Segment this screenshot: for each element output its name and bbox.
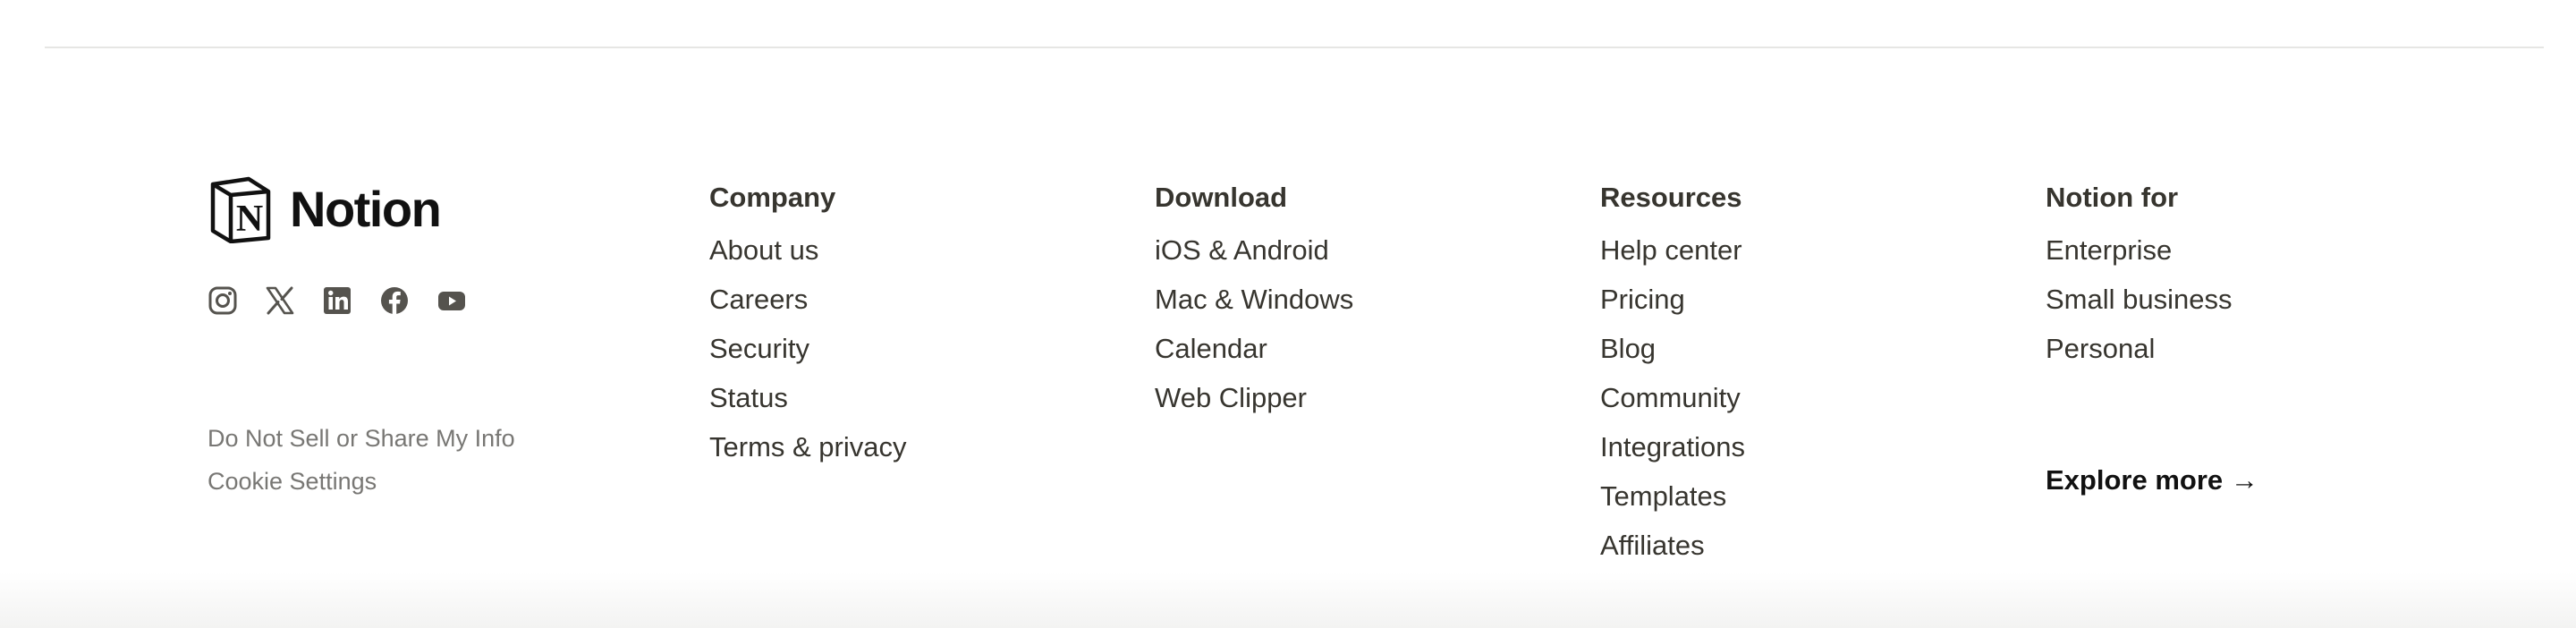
footer-link-about-us[interactable]: About us [709,225,906,275]
notion-logo-icon: N [210,176,271,243]
footer-link-community[interactable]: Community [1600,373,1745,422]
footer-column-resources: Resources Help center Pricing Blog Commu… [1600,177,1745,570]
facebook-icon[interactable] [379,285,410,316]
column-heading: Company [709,182,836,213]
footer-link-careers[interactable]: Careers [709,275,906,324]
footer-link-blog[interactable]: Blog [1600,324,1745,373]
footer-link-terms-privacy[interactable]: Terms & privacy [709,422,906,471]
footer-link-pricing[interactable]: Pricing [1600,275,1745,324]
footer-link-personal[interactable]: Personal [2046,324,2232,373]
footer-column-download: Download iOS & Android Mac & Windows Cal… [1155,177,1353,422]
instagram-icon[interactable] [208,285,238,316]
column-heading: Notion for [2046,182,2179,213]
footer-link-integrations[interactable]: Integrations [1600,422,1745,471]
footer-link-security[interactable]: Security [709,324,906,373]
footer-link-ios-android[interactable]: iOS & Android [1155,225,1353,275]
cookie-settings-link[interactable]: Cookie Settings [208,460,637,503]
legal-links: Do Not Sell or Share My Info Cookie Sett… [208,417,637,503]
footer-link-enterprise[interactable]: Enterprise [2046,225,2232,275]
linkedin-icon[interactable] [322,285,352,316]
column-heading: Resources [1600,182,1742,213]
footer-link-small-business[interactable]: Small business [2046,275,2232,324]
footer-link-web-clipper[interactable]: Web Clipper [1155,373,1353,422]
social-links [208,284,637,317]
x-twitter-icon[interactable] [265,285,295,316]
notion-logo[interactable]: N Notion [208,175,637,243]
explore-more-link[interactable]: Explore more → [2046,460,2258,501]
footer-link-help-center[interactable]: Help center [1600,225,1745,275]
footer-brand: N Notion Do Not Sell or Share My Info Co… [208,175,637,503]
footer-link-status[interactable]: Status [709,373,906,422]
footer-top-divider [45,47,2544,48]
footer-bottom-shade [0,573,2576,628]
do-not-sell-link[interactable]: Do Not Sell or Share My Info [208,417,637,460]
column-heading: Download [1155,182,1288,213]
footer-link-calendar[interactable]: Calendar [1155,324,1353,373]
notion-logo-letter: N [236,199,263,240]
footer-column-notion-for: Notion for Enterprise Small business Per… [2046,177,2232,373]
footer-link-templates[interactable]: Templates [1600,471,1745,521]
youtube-icon[interactable] [436,285,467,316]
brand-name: Notion [290,181,442,237]
footer-column-company: Company About us Careers Security Status… [709,177,906,471]
footer-link-affiliates[interactable]: Affiliates [1600,521,1745,570]
footer-link-mac-windows[interactable]: Mac & Windows [1155,275,1353,324]
